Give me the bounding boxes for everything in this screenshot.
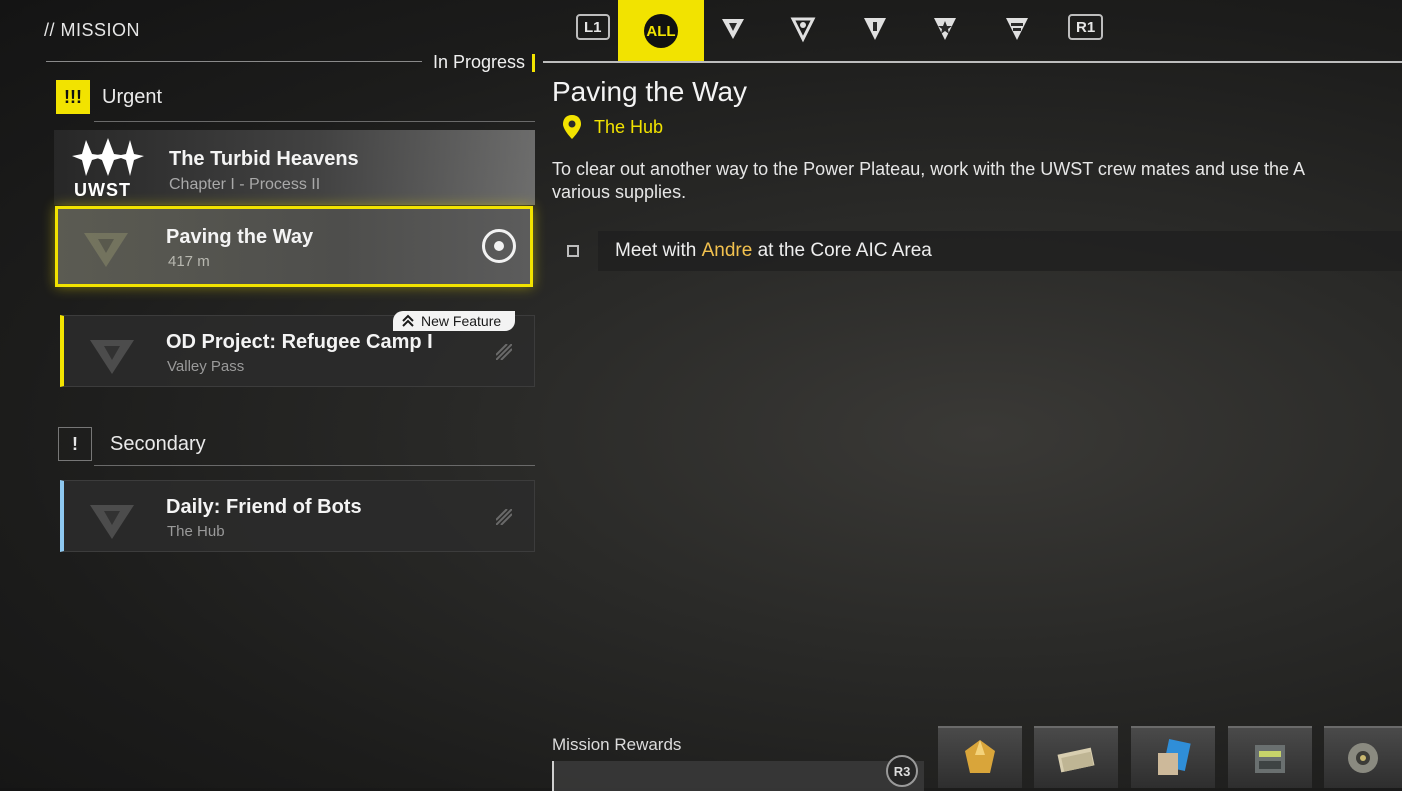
hatch-icon: [496, 509, 512, 525]
detail-divider: [543, 61, 1402, 63]
header-divider: [46, 61, 422, 62]
mission-emblem-icon: [84, 233, 128, 267]
objective-row: Meet with Andre at the Core AIC Area: [598, 231, 1402, 271]
mission-description: To clear out another way to the Power Pl…: [552, 158, 1402, 204]
filter-icon-3[interactable]: [858, 0, 892, 56]
reward-item[interactable]: [1228, 726, 1312, 788]
mission-distance: 417 m: [168, 253, 210, 270]
mission-item-daily-friend-of-bots[interactable]: Daily: Friend of Bots The Hub: [60, 480, 535, 552]
chapter-card[interactable]: UWST The Turbid Heavens Chapter I - Proc…: [54, 130, 535, 205]
objective-npc-name: Andre: [701, 240, 753, 261]
location-pin-icon: [563, 115, 581, 139]
chapter-subtitle: Chapter I - Process II: [169, 176, 321, 193]
track-mission-button[interactable]: [482, 229, 516, 263]
objective-text-suffix: at the Core AIC Area: [752, 240, 932, 261]
secondary-label: Secondary: [110, 432, 206, 455]
reward-item[interactable]: [938, 726, 1022, 788]
tab-next-key[interactable]: R1: [1068, 14, 1104, 40]
description-line: To clear out another way to the Power Pl…: [552, 159, 1306, 179]
secondary-icon: !: [58, 427, 92, 461]
uwst-logo-text: UWST: [74, 180, 131, 200]
filter-icon-1[interactable]: [716, 0, 750, 56]
objective-checkbox: [567, 245, 579, 257]
mission-title: OD Project: Refugee Camp I: [166, 331, 433, 353]
component-box-icon: [1255, 745, 1285, 773]
status-label: In Progress: [433, 52, 526, 72]
mission-item-paving-the-way[interactable]: Paving the Way 417 m: [55, 206, 533, 287]
tab-all[interactable]: ALL: [618, 0, 704, 62]
mission-location: The Hub: [167, 523, 225, 540]
rewards-label: Mission Rewards: [552, 735, 682, 754]
urgent-divider: [94, 121, 535, 122]
mission-location: Valley Pass: [167, 358, 245, 375]
filter-icon-4[interactable]: [928, 0, 962, 56]
urgent-label: Urgent: [102, 85, 163, 108]
new-feature-badge: New Feature: [393, 311, 516, 331]
mission-title: Daily: Friend of Bots: [166, 496, 362, 518]
filter-icon-5[interactable]: [1000, 0, 1034, 56]
gold-crystal-icon: [965, 740, 995, 773]
mission-title: Paving the Way: [166, 226, 314, 248]
hatch-icon: [496, 344, 512, 360]
description-line: various supplies.: [552, 182, 687, 202]
mission-filter-tabs: L1 ALL R1: [568, 0, 1402, 62]
gear-part-icon: [1348, 743, 1378, 773]
reward-item[interactable]: [1131, 726, 1215, 788]
status-accent-mark: [532, 54, 535, 72]
track-target-icon: [494, 241, 504, 251]
rewards-bar: [552, 761, 924, 791]
detail-location: The Hub: [562, 114, 663, 140]
reward-item[interactable]: [1324, 726, 1402, 788]
chapter-title: The Turbid Heavens: [169, 148, 359, 170]
rewards-key-button[interactable]: R3: [886, 755, 918, 787]
secondary-section-header: ! Secondary: [58, 427, 206, 461]
reward-item[interactable]: [1034, 726, 1118, 788]
location-name: The Hub: [594, 116, 664, 137]
page-title: // MISSION: [44, 20, 141, 40]
tab-prev-key[interactable]: L1: [576, 14, 610, 40]
exp-card-icon: [1158, 739, 1191, 775]
secondary-divider: [94, 465, 535, 466]
mission-emblem-icon: [90, 505, 134, 539]
new-feature-label: New Feature: [421, 313, 502, 329]
tab-all-label: ALL: [644, 14, 678, 48]
filter-icon-2[interactable]: [786, 0, 820, 56]
chevron-up-icon: [402, 314, 414, 327]
detail-title: Paving the Way: [552, 76, 748, 107]
objective-text-prefix: Meet with: [615, 240, 702, 261]
mission-emblem-icon: [90, 340, 134, 374]
urgent-section-header: !!! Urgent: [56, 80, 162, 114]
urgent-icon: !!!: [56, 80, 90, 114]
cash-bundle-icon: [1057, 747, 1095, 773]
